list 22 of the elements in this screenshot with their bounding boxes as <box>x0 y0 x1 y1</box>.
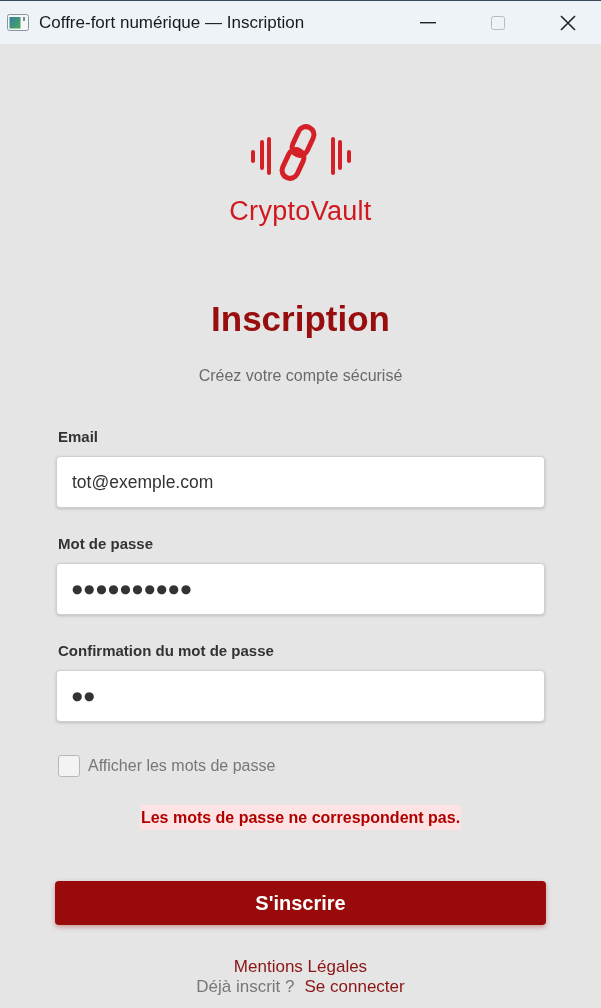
window-title: Coffre-fort numérique — Inscription <box>39 12 306 33</box>
error-message: Les mots de passe ne correspondent pas. <box>139 805 462 830</box>
password-field[interactable]: ●● <box>56 670 545 722</box>
email-field[interactable]: tot@exemple.com <box>56 456 545 508</box>
maximize-icon <box>491 15 505 30</box>
link-logo-icon <box>248 123 353 183</box>
field-label: Confirmation du mot de passe <box>57 641 274 661</box>
login-link[interactable]: Se connecter <box>304 977 405 996</box>
close-icon <box>560 14 576 31</box>
password-field[interactable]: ●●●●●●●●●● <box>56 563 545 615</box>
page-heading: Inscription <box>211 298 390 340</box>
field-label: Mot de passe <box>57 534 154 554</box>
login-prompt: Déjà inscrit ? <box>196 977 295 996</box>
field-label: Email <box>57 427 99 447</box>
submit-button[interactable]: S'inscrire <box>55 881 546 925</box>
app-icon <box>7 14 29 31</box>
page-subtitle: Créez votre compte sécurisé <box>198 366 403 386</box>
legal-link[interactable]: Mentions Légales <box>233 957 368 977</box>
brand-name: CryptoVault <box>229 196 372 226</box>
minimize-icon <box>420 21 436 24</box>
checkbox-label: Afficher les mots de passe <box>88 756 276 776</box>
checkbox[interactable] <box>58 755 80 777</box>
